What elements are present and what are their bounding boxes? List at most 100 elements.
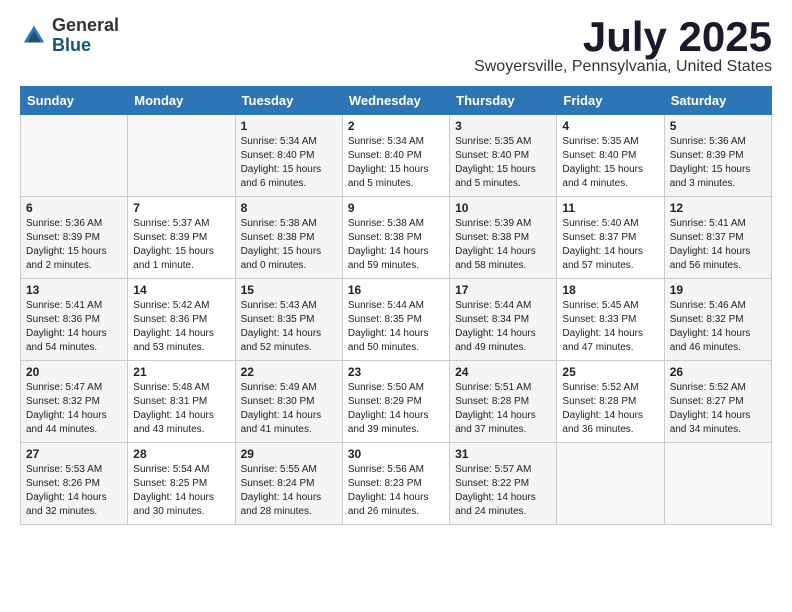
- day-info: Sunrise: 5:39 AM Sunset: 8:38 PM Dayligh…: [455, 217, 551, 273]
- day-number: 31: [455, 447, 551, 461]
- calendar-week-row: 13 Sunrise: 5:41 AM Sunset: 8:36 PM Dayli…: [21, 279, 772, 361]
- day-number: 30: [348, 447, 444, 461]
- day-info: Sunrise: 5:48 AM Sunset: 8:31 PM Dayligh…: [133, 381, 229, 437]
- calendar-cell: 3Sunrise: 5:35 AM Sunset: 8:40 PM Daylig…: [450, 115, 557, 197]
- logo-general-text: General: [52, 16, 119, 36]
- day-info: Sunrise: 5:40 AM Sunset: 8:37 PM Dayligh…: [562, 217, 658, 273]
- day-info: Sunrise: 5:54 AM Sunset: 8:25 PM Dayligh…: [133, 463, 229, 519]
- day-info: Sunrise: 5:43 AM Sunset: 8:35 PM Dayligh…: [241, 299, 337, 355]
- weekday-header: Sunday: [21, 87, 128, 115]
- calendar-cell: 21 Sunrise: 5:48 AM Sunset: 8:31 PM Dayli…: [128, 361, 235, 443]
- month-title: July 2025: [474, 16, 772, 58]
- day-info: Sunrise: 5:38 AM Sunset: 8:38 PM Dayligh…: [241, 217, 337, 273]
- weekday-header: Monday: [128, 87, 235, 115]
- calendar-cell: 4 Sunrise: 5:35 AM Sunset: 8:40 PM Daylig…: [557, 115, 664, 197]
- day-number: 22: [241, 365, 337, 379]
- day-number: 11: [562, 201, 658, 215]
- day-number: 27: [26, 447, 122, 461]
- calendar-cell: [664, 443, 771, 525]
- day-number: 23: [348, 365, 444, 379]
- calendar-week-row: 6 Sunrise: 5:36 AM Sunset: 8:39 PM Daylig…: [21, 197, 772, 279]
- day-info: Sunrise: 5:36 AM Sunset: 8:39 PM Dayligh…: [670, 135, 766, 191]
- day-number: 5: [670, 119, 766, 133]
- calendar-week-row: 27 Sunrise: 5:53 AM Sunset: 8:26 PM Dayli…: [21, 443, 772, 525]
- day-info: Sunrise: 5:41 AM Sunset: 8:37 PM Dayligh…: [670, 217, 766, 273]
- calendar-cell: 8Sunrise: 5:38 AM Sunset: 8:38 PM Daylig…: [235, 197, 342, 279]
- day-info: Sunrise: 5:49 AM Sunset: 8:30 PM Dayligh…: [241, 381, 337, 437]
- calendar-cell: 17Sunrise: 5:44 AM Sunset: 8:34 PM Dayli…: [450, 279, 557, 361]
- day-number: 26: [670, 365, 766, 379]
- calendar-cell: [128, 115, 235, 197]
- calendar-cell: 6 Sunrise: 5:36 AM Sunset: 8:39 PM Daylig…: [21, 197, 128, 279]
- day-info: Sunrise: 5:42 AM Sunset: 8:36 PM Dayligh…: [133, 299, 229, 355]
- calendar-cell: 9Sunrise: 5:38 AM Sunset: 8:38 PM Daylig…: [342, 197, 449, 279]
- day-number: 2: [348, 119, 444, 133]
- calendar-cell: 27 Sunrise: 5:53 AM Sunset: 8:26 PM Dayli…: [21, 443, 128, 525]
- calendar-cell: 12Sunrise: 5:41 AM Sunset: 8:37 PM Dayli…: [664, 197, 771, 279]
- day-number: 18: [562, 283, 658, 297]
- calendar-cell: 14 Sunrise: 5:42 AM Sunset: 8:36 PM Dayli…: [128, 279, 235, 361]
- day-number: 13: [26, 283, 122, 297]
- day-info: Sunrise: 5:34 AM Sunset: 8:40 PM Dayligh…: [241, 135, 337, 191]
- day-number: 9: [348, 201, 444, 215]
- calendar-cell: 19Sunrise: 5:46 AM Sunset: 8:32 PM Dayli…: [664, 279, 771, 361]
- day-number: 19: [670, 283, 766, 297]
- day-info: Sunrise: 5:50 AM Sunset: 8:29 PM Dayligh…: [348, 381, 444, 437]
- day-info: Sunrise: 5:56 AM Sunset: 8:23 PM Dayligh…: [348, 463, 444, 519]
- weekday-header: Friday: [557, 87, 664, 115]
- calendar-cell: 31 Sunrise: 5:57 AM Sunset: 8:22 PM Dayli…: [450, 443, 557, 525]
- day-info: Sunrise: 5:36 AM Sunset: 8:39 PM Dayligh…: [26, 217, 122, 273]
- day-number: 4: [562, 119, 658, 133]
- calendar-cell: 26 Sunrise: 5:52 AM Sunset: 8:27 PM Dayli…: [664, 361, 771, 443]
- calendar-cell: 16 Sunrise: 5:44 AM Sunset: 8:35 PM Dayli…: [342, 279, 449, 361]
- day-info: Sunrise: 5:45 AM Sunset: 8:33 PM Dayligh…: [562, 299, 658, 355]
- weekday-header: Thursday: [450, 87, 557, 115]
- calendar-cell: 23 Sunrise: 5:50 AM Sunset: 8:29 PM Dayli…: [342, 361, 449, 443]
- day-number: 10: [455, 201, 551, 215]
- day-info: Sunrise: 5:41 AM Sunset: 8:36 PM Dayligh…: [26, 299, 122, 355]
- day-info: Sunrise: 5:51 AM Sunset: 8:28 PM Dayligh…: [455, 381, 551, 437]
- day-number: 16: [348, 283, 444, 297]
- calendar-cell: 1 Sunrise: 5:34 AM Sunset: 8:40 PM Daylig…: [235, 115, 342, 197]
- day-info: Sunrise: 5:53 AM Sunset: 8:26 PM Dayligh…: [26, 463, 122, 519]
- page-header: General Blue July 2025 Swoyersville, Pen…: [20, 16, 772, 76]
- day-info: Sunrise: 5:44 AM Sunset: 8:35 PM Dayligh…: [348, 299, 444, 355]
- day-info: Sunrise: 5:52 AM Sunset: 8:27 PM Dayligh…: [670, 381, 766, 437]
- title-block: July 2025 Swoyersville, Pennsylvania, Un…: [474, 16, 772, 76]
- day-number: 15: [241, 283, 337, 297]
- calendar-week-row: 1 Sunrise: 5:34 AM Sunset: 8:40 PM Daylig…: [21, 115, 772, 197]
- calendar-cell: 2Sunrise: 5:34 AM Sunset: 8:40 PM Daylig…: [342, 115, 449, 197]
- day-info: Sunrise: 5:35 AM Sunset: 8:40 PM Dayligh…: [562, 135, 658, 191]
- day-number: 29: [241, 447, 337, 461]
- calendar-cell: 24Sunrise: 5:51 AM Sunset: 8:28 PM Dayli…: [450, 361, 557, 443]
- day-info: Sunrise: 5:35 AM Sunset: 8:40 PM Dayligh…: [455, 135, 551, 191]
- logo-blue-text: Blue: [52, 36, 119, 56]
- calendar-cell: [557, 443, 664, 525]
- calendar-cell: 11 Sunrise: 5:40 AM Sunset: 8:37 PM Dayli…: [557, 197, 664, 279]
- weekday-header: Tuesday: [235, 87, 342, 115]
- calendar-cell: 18 Sunrise: 5:45 AM Sunset: 8:33 PM Dayli…: [557, 279, 664, 361]
- calendar-table: SundayMondayTuesdayWednesdayThursdayFrid…: [20, 86, 772, 525]
- day-number: 1: [241, 119, 337, 133]
- logo-text: General Blue: [52, 16, 119, 56]
- calendar-cell: 13 Sunrise: 5:41 AM Sunset: 8:36 PM Dayli…: [21, 279, 128, 361]
- day-number: 6: [26, 201, 122, 215]
- day-info: Sunrise: 5:52 AM Sunset: 8:28 PM Dayligh…: [562, 381, 658, 437]
- calendar-cell: 28Sunrise: 5:54 AM Sunset: 8:25 PM Dayli…: [128, 443, 235, 525]
- logo: General Blue: [20, 16, 119, 56]
- day-number: 14: [133, 283, 229, 297]
- calendar-cell: 22 Sunrise: 5:49 AM Sunset: 8:30 PM Dayli…: [235, 361, 342, 443]
- calendar-week-row: 20Sunrise: 5:47 AM Sunset: 8:32 PM Dayli…: [21, 361, 772, 443]
- calendar-cell: 5 Sunrise: 5:36 AM Sunset: 8:39 PM Daylig…: [664, 115, 771, 197]
- day-info: Sunrise: 5:37 AM Sunset: 8:39 PM Dayligh…: [133, 217, 229, 273]
- calendar-cell: 10 Sunrise: 5:39 AM Sunset: 8:38 PM Dayli…: [450, 197, 557, 279]
- calendar-header-row: SundayMondayTuesdayWednesdayThursdayFrid…: [21, 87, 772, 115]
- day-number: 25: [562, 365, 658, 379]
- day-info: Sunrise: 5:55 AM Sunset: 8:24 PM Dayligh…: [241, 463, 337, 519]
- logo-icon: [20, 22, 48, 50]
- day-info: Sunrise: 5:57 AM Sunset: 8:22 PM Dayligh…: [455, 463, 551, 519]
- calendar-cell: [21, 115, 128, 197]
- day-number: 21: [133, 365, 229, 379]
- day-number: 17: [455, 283, 551, 297]
- weekday-header: Wednesday: [342, 87, 449, 115]
